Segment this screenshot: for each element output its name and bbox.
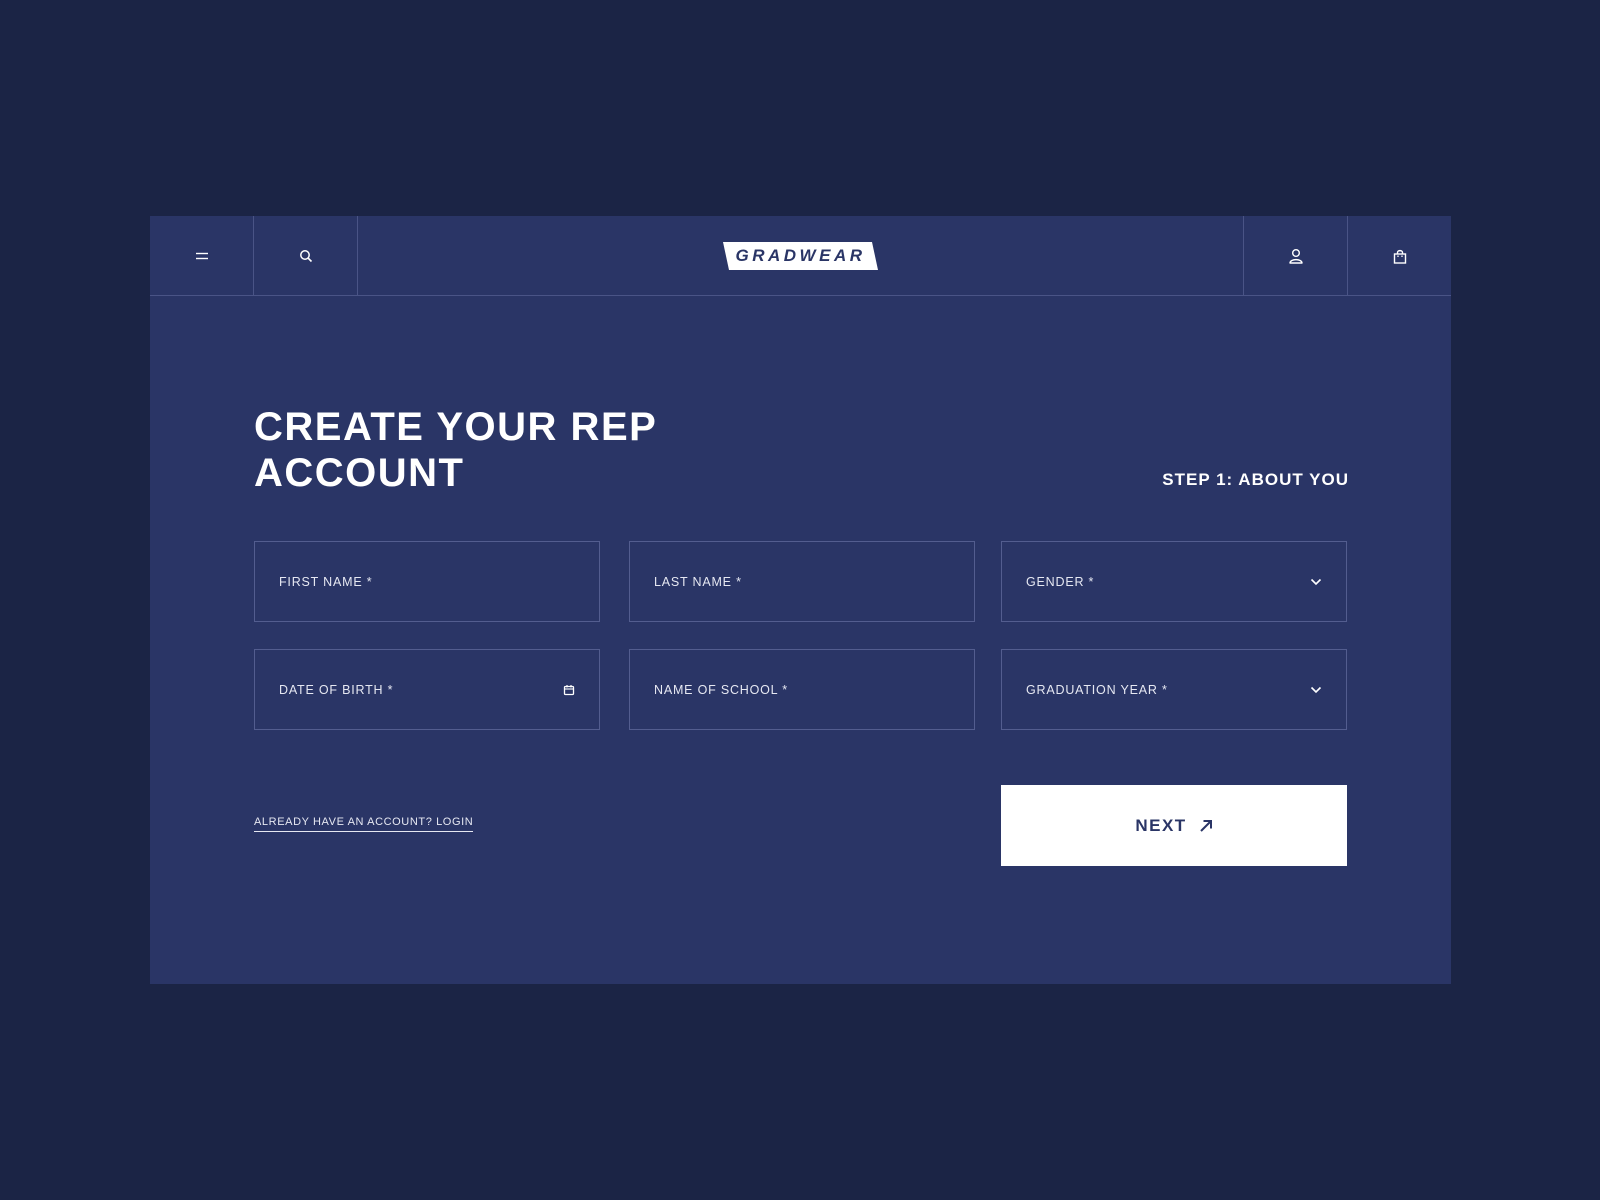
school-name-label: NAME OF SCHOOL * <box>654 682 788 697</box>
first-name-field[interactable]: FIRST NAME * <box>254 541 600 622</box>
page-title: CREATE YOUR REP ACCOUNT <box>254 405 657 495</box>
search-button[interactable] <box>254 216 358 296</box>
step-indicator: STEP 1: ABOUT YOU <box>1162 470 1349 489</box>
hamburger-menu-icon <box>195 252 208 260</box>
menu-button[interactable] <box>150 216 254 296</box>
app-window: GRADWEAR CREATE YOUR REP ACCOUNT STEP 1:… <box>150 216 1451 984</box>
last-name-field[interactable]: LAST NAME * <box>629 541 975 622</box>
arrow-up-right-icon <box>1199 819 1212 832</box>
gender-select[interactable]: GENDER * <box>1001 541 1347 622</box>
date-of-birth-field[interactable]: DATE OF BIRTH * <box>254 649 600 730</box>
logo-text: GRADWEAR <box>735 246 866 265</box>
first-name-label: FIRST NAME * <box>279 574 373 589</box>
login-link[interactable]: ALREADY HAVE AN ACCOUNT? LOGIN <box>254 816 474 832</box>
chevron-down-icon <box>1310 686 1322 693</box>
shopping-bag-icon <box>1393 249 1406 264</box>
account-button[interactable] <box>1243 216 1347 296</box>
last-name-label: LAST NAME * <box>654 574 742 589</box>
next-button[interactable]: NEXT <box>1001 785 1347 866</box>
graduation-year-select[interactable]: GRADUATION YEAR * <box>1001 649 1347 730</box>
school-name-field[interactable]: NAME OF SCHOOL * <box>629 649 975 730</box>
date-of-birth-label: DATE OF BIRTH * <box>279 682 394 697</box>
search-icon <box>299 250 312 263</box>
calendar-icon[interactable] <box>563 684 575 696</box>
gradwear-logo[interactable]: GRADWEAR <box>723 242 878 270</box>
graduation-year-label: GRADUATION YEAR * <box>1026 682 1168 697</box>
user-icon <box>1288 249 1303 264</box>
top-navigation-bar: GRADWEAR <box>150 216 1451 296</box>
gender-label: GENDER * <box>1026 574 1095 589</box>
next-button-label: NEXT <box>1135 815 1187 835</box>
cart-button[interactable] <box>1347 216 1451 296</box>
chevron-down-icon <box>1310 578 1322 585</box>
